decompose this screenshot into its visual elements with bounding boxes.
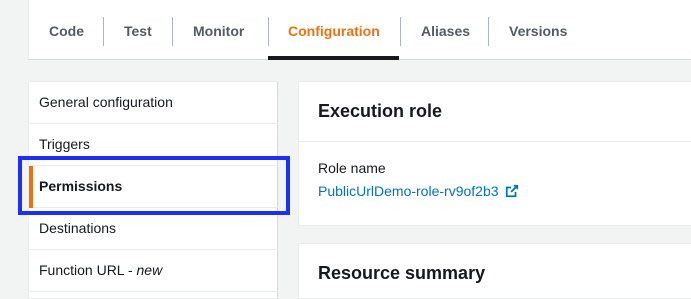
tab-bar: Code Test Monitor Configuration Aliases … [28,0,691,60]
execution-role-panel: Execution role Role name PublicUrlDemo-r… [298,81,691,226]
tab-aliases[interactable]: Aliases [421,17,470,45]
tab-separator [172,17,173,46]
tab-code[interactable]: Code [49,17,84,45]
highlight-box [18,156,290,215]
sidebar-item-label: Function URL - new [39,262,162,278]
resource-summary-title: Resource summary [318,263,486,283]
sidebar-item-label: Triggers [39,136,90,152]
sidebar-item-general-configuration[interactable]: General configuration [29,82,278,124]
tab-configuration[interactable]: Configuration [288,17,380,45]
sidebar-item-function-url[interactable]: Function URL - new [29,250,278,292]
tab-monitor[interactable]: Monitor [193,17,244,45]
tab-test[interactable]: Test [124,17,152,45]
execution-role-title: Execution role [318,101,443,121]
external-link-icon [505,184,518,198]
new-tag: new [136,262,163,278]
role-name-value: PublicUrlDemo-role-rv9of2b3 [318,183,499,199]
tab-separator [488,17,489,46]
sidebar-item-label: Destinations [39,220,117,236]
panel-header: Execution role [299,82,691,142]
tab-separator [268,17,269,46]
tab-versions[interactable]: Versions [509,17,567,45]
sidebar-item-label: General configuration [39,94,173,110]
tab-separator [103,17,104,46]
tab-separator [400,17,401,46]
role-name-label: Role name [318,160,386,176]
role-name-link[interactable]: PublicUrlDemo-role-rv9of2b3 [318,183,519,199]
active-tab-indicator [268,56,399,60]
resource-summary-panel: Resource summary [298,243,691,299]
function-url-label: Function URL - [39,262,137,278]
